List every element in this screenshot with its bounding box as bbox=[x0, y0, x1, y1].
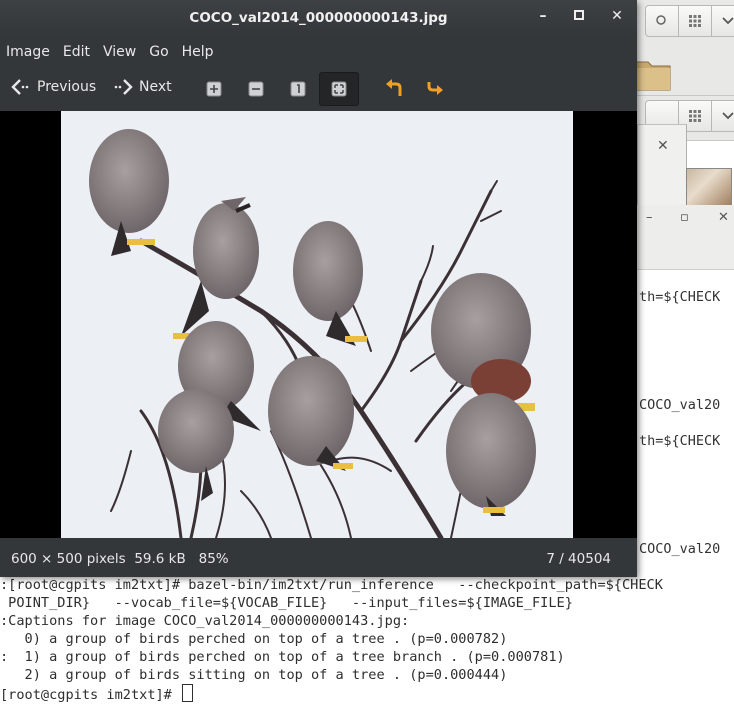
terminal-line: : 1) a group of birds perched on top of … bbox=[0, 649, 565, 665]
titlebar[interactable]: COCO_val2014_000000000143.jpg – ✕ bbox=[0, 0, 637, 37]
terminal[interactable]: :[root@cgpits im2txt]# bazel-bin/im2txt/… bbox=[0, 575, 734, 703]
terminal-line: :Captions for image COCO_val2014_0000000… bbox=[0, 613, 410, 629]
terminal-line: 0) a group of birds perched on top of a … bbox=[0, 631, 508, 647]
best-fit-button[interactable] bbox=[319, 72, 359, 106]
minimize-icon[interactable]: – bbox=[646, 210, 653, 225]
previous-button[interactable]: Previous bbox=[11, 78, 96, 96]
image-position: 7 / 40504 bbox=[546, 551, 611, 567]
toolbar: Previous Next bbox=[0, 67, 637, 112]
editor-line: COCO_val20 bbox=[639, 541, 721, 557]
close-icon[interactable]: ✕ bbox=[607, 8, 627, 24]
status-info: 600 × 500 pixels 59.6 kB 85% bbox=[11, 551, 229, 567]
next-label: Next bbox=[139, 79, 172, 95]
menu-help[interactable]: Help bbox=[175, 44, 221, 60]
arrow-right-icon bbox=[114, 79, 133, 95]
terminal-line: 2) a group of birds sitting on top of a … bbox=[0, 667, 508, 683]
grid-view-icon[interactable] bbox=[678, 5, 712, 37]
image-canvas[interactable] bbox=[0, 111, 637, 538]
image-dimensions: 600 × 500 pixels bbox=[11, 551, 126, 567]
file-size: 59.6 kB bbox=[134, 551, 186, 567]
close-icon[interactable]: ✕ bbox=[718, 210, 729, 225]
image-thumbnail[interactable] bbox=[686, 168, 732, 206]
editor-line: th=${CHECK bbox=[639, 433, 721, 449]
rotate-right-button[interactable] bbox=[415, 72, 455, 106]
chevron-down-icon[interactable] bbox=[711, 100, 734, 132]
terminal-prompt-line[interactable]: [root@cgpits im2txt]# bbox=[0, 684, 194, 704]
zoom-out-button[interactable] bbox=[236, 72, 276, 106]
original-size-icon bbox=[290, 81, 306, 97]
statusbar: 600 × 500 pixels 59.6 kB 85% 7 / 40504 bbox=[0, 538, 637, 577]
arrow-left-icon bbox=[11, 79, 29, 95]
editor-line: th=${CHECK bbox=[639, 289, 721, 305]
best-fit-icon bbox=[331, 81, 347, 97]
rotate-left-button[interactable] bbox=[374, 72, 414, 106]
menu-go[interactable]: Go bbox=[142, 44, 175, 60]
displayed-photo bbox=[61, 111, 573, 538]
maximize-icon[interactable] bbox=[569, 8, 589, 24]
text-cursor bbox=[182, 684, 194, 702]
background-editor bbox=[637, 270, 734, 575]
menu-view[interactable]: View bbox=[96, 44, 143, 60]
original-size-button[interactable] bbox=[278, 72, 318, 106]
menu-image[interactable]: Image bbox=[0, 44, 57, 60]
menu-edit[interactable]: Edit bbox=[56, 44, 97, 60]
zoom-out-icon bbox=[248, 81, 264, 97]
previous-label: Previous bbox=[37, 79, 97, 95]
image-viewer-window: COCO_val2014_000000000143.jpg – ✕ Image … bbox=[0, 0, 637, 577]
rotate-right-icon bbox=[427, 82, 443, 95]
next-button[interactable]: Next bbox=[113, 78, 172, 96]
zoom-in-button[interactable] bbox=[194, 72, 234, 106]
maximize-icon[interactable]: ▫ bbox=[680, 210, 689, 225]
terminal-line: POINT_DIR} --vocab_file=${VOCAB_FILE} --… bbox=[0, 595, 573, 611]
editor-line: COCO_val20 bbox=[639, 397, 721, 413]
zoom-level: 85% bbox=[198, 551, 229, 567]
terminal-prompt: [root@cgpits im2txt]# bbox=[0, 687, 181, 703]
close-icon[interactable]: ✕ bbox=[657, 138, 669, 154]
search-icon[interactable] bbox=[645, 5, 679, 37]
folder-icon[interactable] bbox=[632, 56, 674, 92]
background-dialog bbox=[637, 124, 687, 206]
zoom-in-icon bbox=[206, 81, 222, 97]
minimize-icon[interactable]: – bbox=[533, 8, 553, 24]
terminal-line: :[root@cgpits im2txt]# bazel-bin/im2txt/… bbox=[0, 577, 663, 593]
chevron-down-icon[interactable] bbox=[711, 5, 734, 37]
menubar: Image Edit View Go Help bbox=[0, 37, 637, 67]
rotate-left-icon bbox=[386, 79, 402, 96]
